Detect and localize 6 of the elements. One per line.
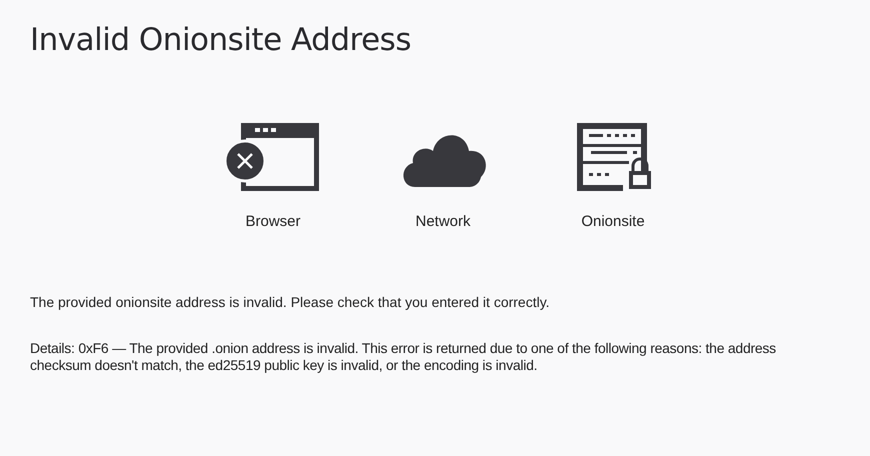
error-details: Details: 0xF6 — The provided .onion address is invalid. This error is returned due to one of the following reasons: the address checksum doesn't match, the ed25519 public key is invalid, or the encoding is invalid. bbox=[30, 340, 777, 374]
page-title: Invalid Onionsite Address bbox=[30, 22, 412, 58]
node-label: Browser bbox=[245, 213, 300, 230]
node-label: Onionsite bbox=[581, 213, 645, 230]
node-label: Network bbox=[415, 213, 470, 230]
error-message: The provided onionsite address is invalid. Please check that you entered it correctly. bbox=[30, 294, 551, 311]
